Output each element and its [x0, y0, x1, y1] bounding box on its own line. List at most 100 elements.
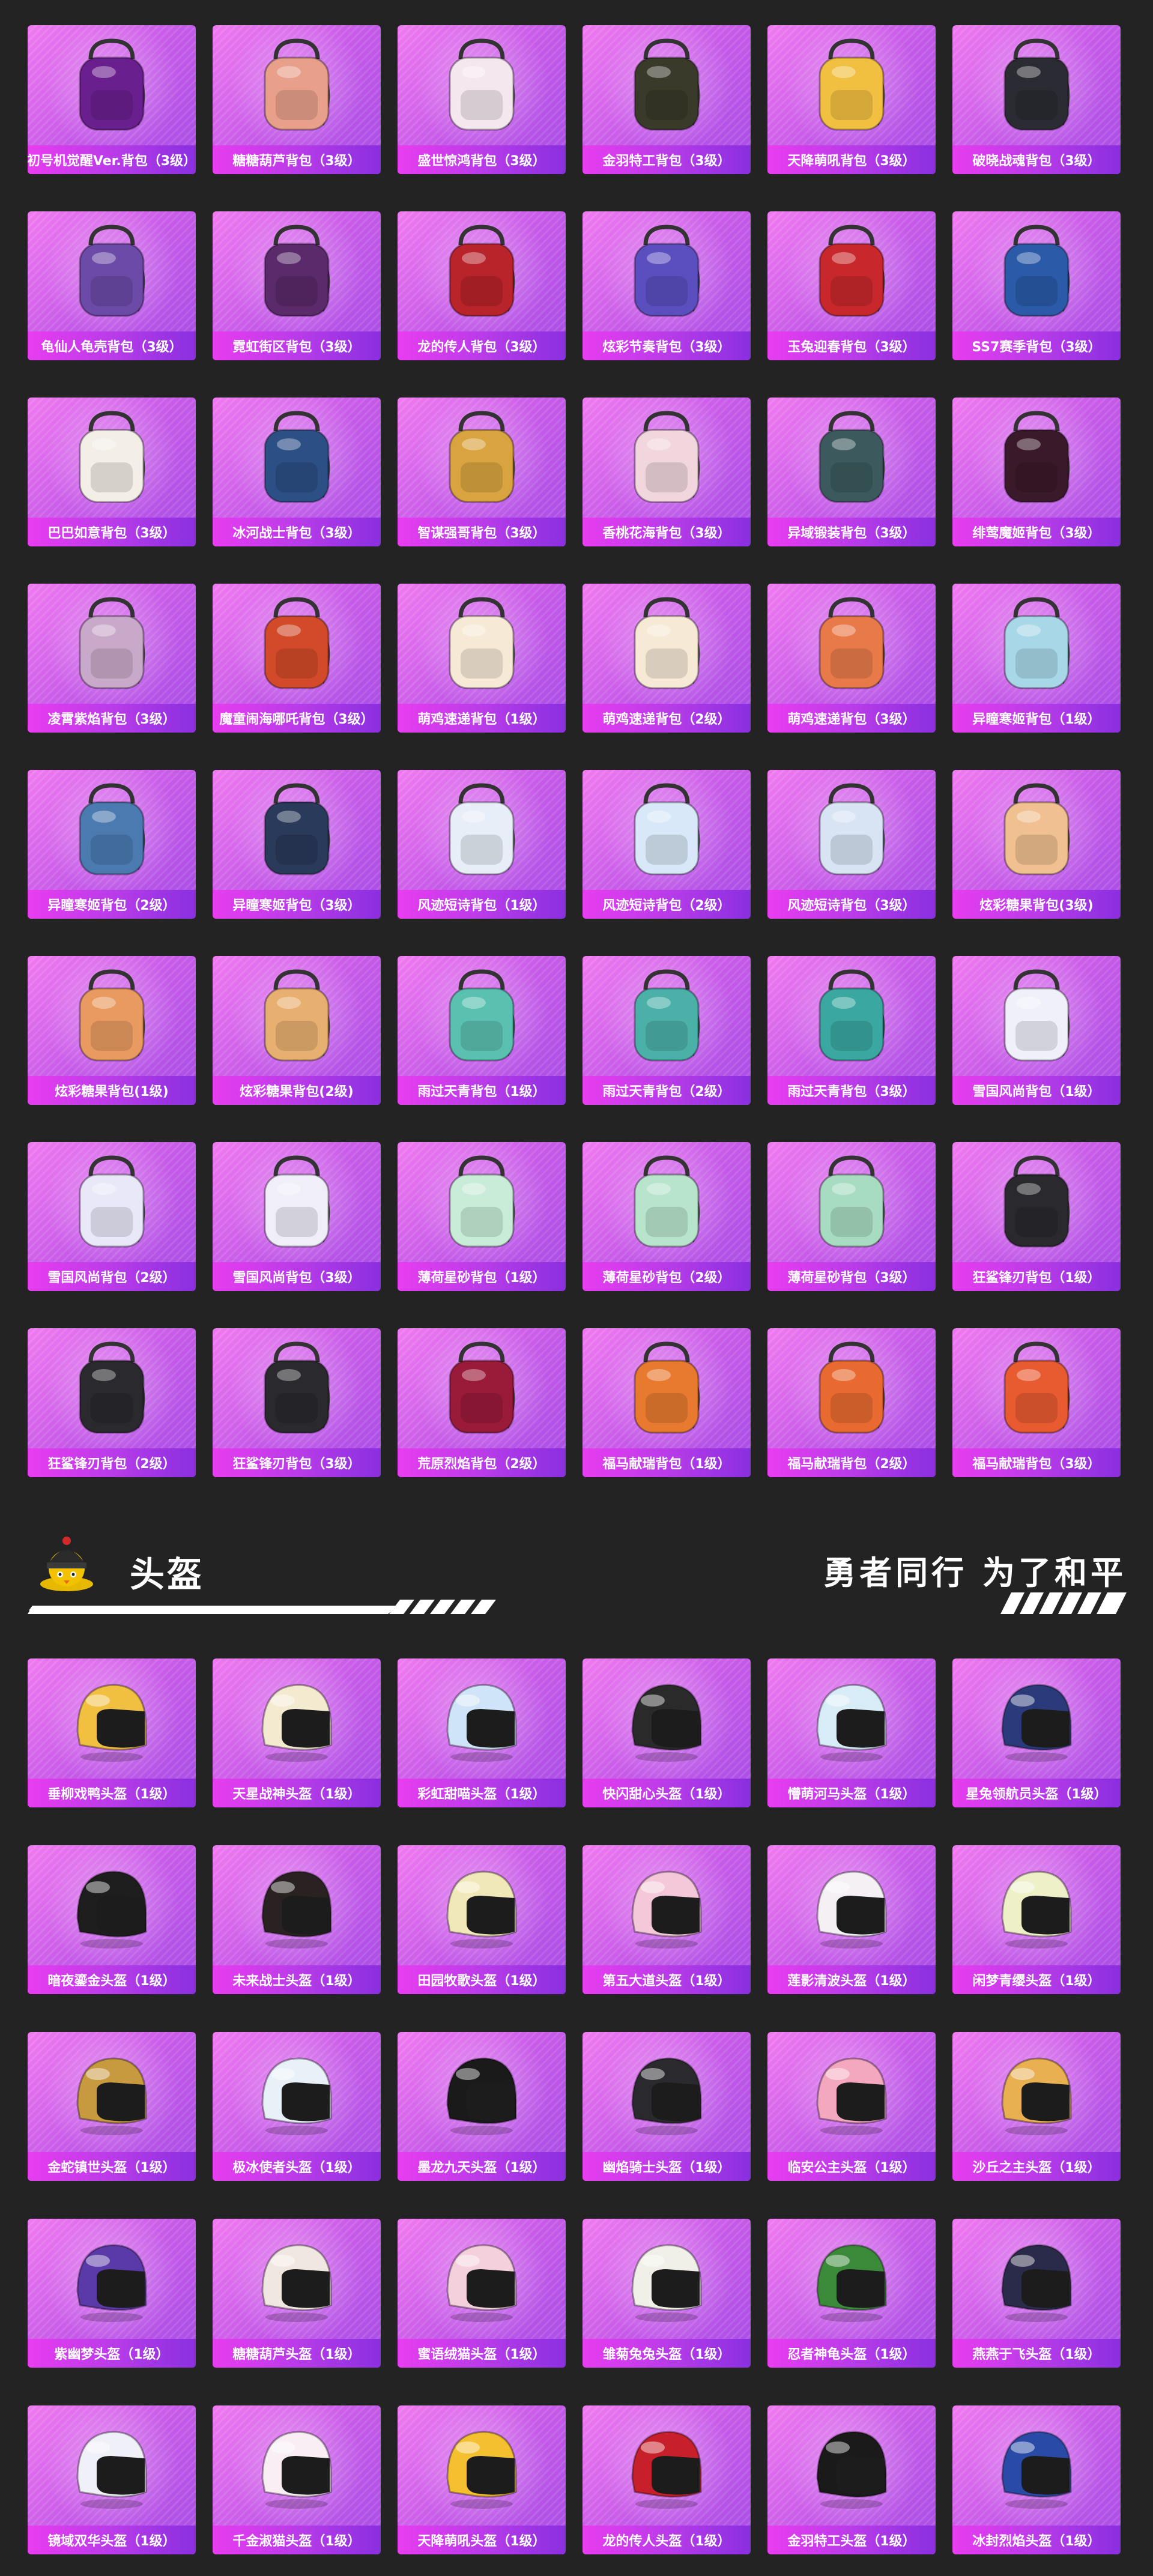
helmet-icon [76, 1684, 147, 1762]
backpack-card[interactable]: 炫彩糖果背包(3级) [952, 770, 1121, 919]
backpack-card[interactable]: 薄荷星砂背包（3级） [767, 1142, 936, 1291]
backpack-name-label: 狂鲨锋刃背包（1级） [952, 1262, 1121, 1291]
backpack-card[interactable]: 雨过天青背包（2级） [583, 956, 751, 1105]
backpack-card[interactable]: 玉兔迎春背包（3级） [767, 211, 936, 360]
backpack-card[interactable]: 盛世惊鸿背包（3级） [398, 25, 566, 174]
backpack-card[interactable]: SS7赛季背包（3级） [952, 211, 1121, 360]
backpack-card[interactable]: 狂鲨锋刃背包（1级） [952, 1142, 1121, 1291]
helmet-card[interactable]: 未来战士头盔（1级） [213, 1845, 381, 1994]
backpack-card[interactable]: 萌鸡速递背包（1级） [398, 584, 566, 733]
helmet-card[interactable]: 垂柳戏鸭头盔（1级） [28, 1658, 196, 1807]
backpack-card[interactable]: 荒原烈焰背包（2级） [398, 1328, 566, 1477]
backpack-icon [819, 969, 885, 1062]
helmet-card[interactable]: 千金淑猫头盔（1级） [213, 2405, 381, 2554]
backpack-name-label: 绯莺魔姬背包（3级） [952, 518, 1121, 546]
helmet-card[interactable]: 莲影清波头盔（1级） [767, 1845, 936, 1994]
backpack-card[interactable]: 金羽特工背包（3级） [583, 25, 751, 174]
helmet-card[interactable]: 天星战神头盔（1级） [213, 1658, 381, 1807]
helmet-card[interactable]: 闲梦青缨头盔（1级） [952, 1845, 1121, 1994]
helmet-card[interactable]: 幽焰骑士头盔（1级） [583, 2032, 751, 2181]
backpack-card[interactable]: 萌鸡速递背包（2级） [583, 584, 751, 733]
helmet-icon [1001, 2057, 1072, 2135]
helmet-card[interactable]: 第五大道头盔（1级） [583, 1845, 751, 1994]
backpack-icon [264, 969, 330, 1062]
helmet-card[interactable]: 燕燕于飞头盔（1级） [952, 2219, 1121, 2368]
backpack-card[interactable]: 智谋强哥背包（3级） [398, 398, 566, 546]
helmet-card[interactable]: 忍者神龟头盔（1级） [767, 2219, 936, 2368]
backpack-card[interactable]: 香桃花海背包（3级） [583, 398, 751, 546]
backpack-name-label: 雨过天青背包（3级） [767, 1076, 936, 1105]
helmet-name-label: 快闪甜心头盔（1级） [583, 1779, 751, 1807]
backpack-card[interactable]: 风迹短诗背包（2级） [583, 770, 751, 919]
helmet-card[interactable]: 金羽特工头盔（1级） [767, 2405, 936, 2554]
backpack-icon [634, 1341, 700, 1434]
backpack-card[interactable]: 异瞳寒姬背包（2级） [28, 770, 196, 919]
backpack-card[interactable]: 异瞳寒姬背包（3级） [213, 770, 381, 919]
backpack-card[interactable]: 狂鲨锋刃背包（3级） [213, 1328, 381, 1477]
backpack-card[interactable]: 风迹短诗背包（3级） [767, 770, 936, 919]
backpack-name-label: 异瞳寒姬背包（2级） [28, 890, 196, 919]
backpack-card[interactable]: 异域锻装背包（3级） [767, 398, 936, 546]
helmet-name-label: 忍者神龟头盔（1级） [767, 2339, 936, 2368]
helmet-card[interactable]: 临安公主头盔（1级） [767, 2032, 936, 2181]
helmet-card[interactable]: 雏菊兔兔头盔（1级） [583, 2219, 751, 2368]
helmet-name-label: 糖糖葫芦头盔（1级） [213, 2339, 381, 2368]
helmet-card[interactable]: 冰封烈焰头盔（1级） [952, 2405, 1121, 2554]
backpack-card[interactable]: 龙的传人背包（3级） [398, 211, 566, 360]
backpack-card[interactable]: 霓虹街区背包（3级） [213, 211, 381, 360]
backpack-card[interactable]: 福马献瑞背包（2级） [767, 1328, 936, 1477]
backpack-card[interactable]: 福马献瑞背包（1级） [583, 1328, 751, 1477]
helmet-card[interactable]: 彩虹甜喵头盔（1级） [398, 1658, 566, 1807]
helmet-card[interactable]: 糖糖葫芦头盔（1级） [213, 2219, 381, 2368]
backpack-card[interactable]: 雪国风尚背包（3级） [213, 1142, 381, 1291]
backpack-name-label: 炫彩糖果背包(3级) [952, 890, 1121, 919]
backpack-card[interactable]: 魔童闹海哪吒背包（3级） [213, 584, 381, 733]
helmet-name-label: 暗夜鎏金头盔（1级） [28, 1965, 196, 1994]
backpack-card[interactable]: 薄荷星砂背包（2级） [583, 1142, 751, 1291]
backpack-card[interactable]: 绯莺魔姬背包（3级） [952, 398, 1121, 546]
backpack-card[interactable]: 异瞳寒姬背包（1级） [952, 584, 1121, 733]
backpack-card[interactable]: 龟仙人龟壳背包（3级） [28, 211, 196, 360]
helmet-icon [261, 2057, 332, 2135]
backpack-card[interactable]: 炫彩糖果背包(2级) [213, 956, 381, 1105]
helmet-card[interactable]: 金蛇镇世头盔（1级） [28, 2032, 196, 2181]
backpack-card[interactable]: 雪国风尚背包（1级） [952, 956, 1121, 1105]
helmet-card[interactable]: 天降萌吼头盔（1级） [398, 2405, 566, 2554]
backpack-card[interactable]: 雨过天青背包（1级） [398, 956, 566, 1105]
helmet-card[interactable]: 懵萌河马头盔（1级） [767, 1658, 936, 1807]
helmet-name-label: 幽焰骑士头盔（1级） [583, 2152, 751, 2181]
backpack-card[interactable]: 狂鲨锋刃背包（2级） [28, 1328, 196, 1477]
backpack-card[interactable]: 福马献瑞背包（3级） [952, 1328, 1121, 1477]
backpack-card[interactable]: 巴巴如意背包（3级） [28, 398, 196, 546]
backpack-card[interactable]: 炫彩节奏背包（3级） [583, 211, 751, 360]
helmet-card[interactable]: 田园牧歌头盔（1级） [398, 1845, 566, 1994]
backpack-card[interactable]: 冰河战士背包（3级） [213, 398, 381, 546]
helmet-card[interactable]: 镜域双华头盔（1级） [28, 2405, 196, 2554]
backpack-icon [634, 38, 700, 131]
backpack-card[interactable]: 风迹短诗背包（1级） [398, 770, 566, 919]
backpack-card[interactable]: 炫彩糖果背包(1级) [28, 956, 196, 1105]
helmet-card[interactable]: 快闪甜心头盔（1级） [583, 1658, 751, 1807]
backpack-card[interactable]: 雪国风尚背包（2级） [28, 1142, 196, 1291]
backpack-icon [79, 969, 145, 1062]
helmet-card[interactable]: 墨龙九天头盔（1级） [398, 2032, 566, 2181]
helmet-card[interactable]: 龙的传人头盔（1级） [583, 2405, 751, 2554]
helmet-card[interactable]: 星兔领航员头盔（1级） [952, 1658, 1121, 1807]
backpack-card[interactable]: 天降萌吼背包（3级） [767, 25, 936, 174]
helmet-card[interactable]: 蜜语绒猫头盔（1级） [398, 2219, 566, 2368]
helmet-card[interactable]: 沙丘之主头盔（1级） [952, 2032, 1121, 2181]
backpack-card[interactable]: 初号机觉醒Ver.背包（3级） [28, 25, 196, 174]
helmet-card[interactable]: 极冰使者头盔（1级） [213, 2032, 381, 2181]
backpack-card[interactable]: 凌霄紫焰背包（3级） [28, 584, 196, 733]
backpack-card[interactable]: 糖糖葫芦背包（3级） [213, 25, 381, 174]
backpack-card[interactable]: 雨过天青背包（3级） [767, 956, 936, 1105]
backpack-card[interactable]: 萌鸡速递背包（3级） [767, 584, 936, 733]
backpack-card[interactable]: 破晓战魂背包（3级） [952, 25, 1121, 174]
backpack-icon [79, 225, 145, 317]
backpack-card[interactable]: 薄荷星砂背包（1级） [398, 1142, 566, 1291]
helmet-icon [261, 2244, 332, 2322]
backpack-icon [634, 225, 700, 317]
helmet-card[interactable]: 紫幽梦头盔（1级） [28, 2219, 196, 2368]
backpack-name-label: 巴巴如意背包（3级） [28, 518, 196, 546]
helmet-card[interactable]: 暗夜鎏金头盔（1级） [28, 1845, 196, 1994]
